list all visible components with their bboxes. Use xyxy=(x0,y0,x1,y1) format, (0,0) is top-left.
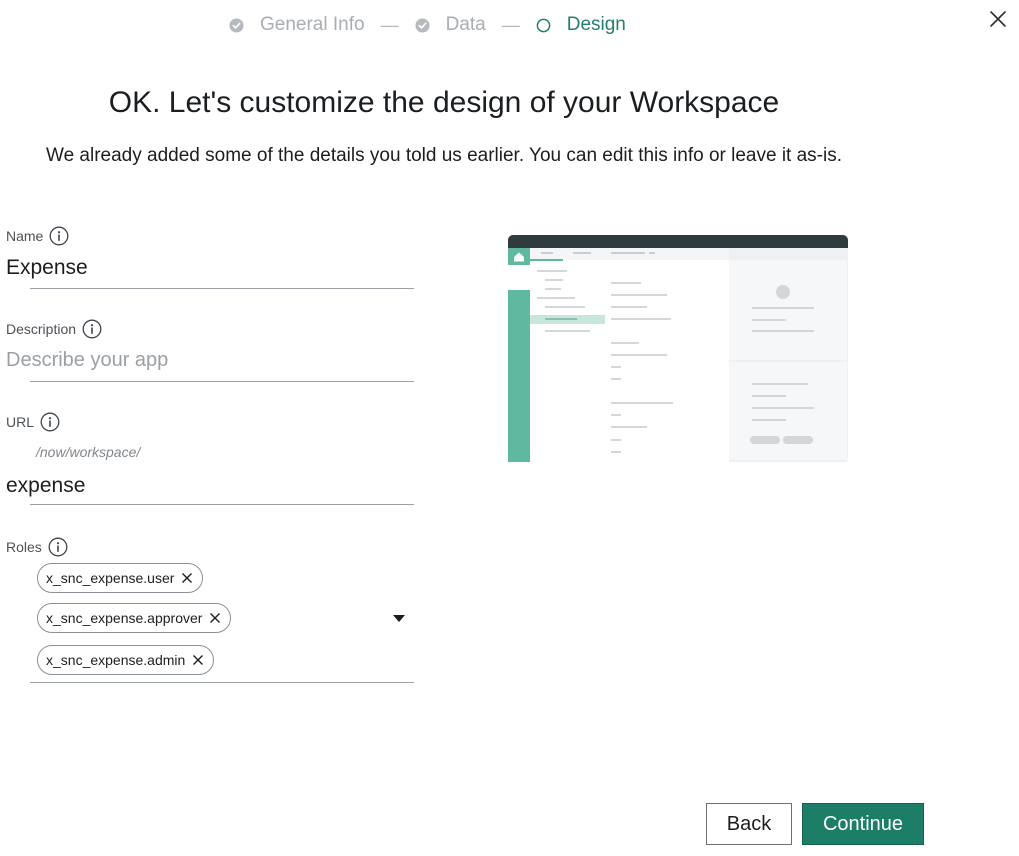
close-icon[interactable] xyxy=(209,612,221,624)
page-title: OK. Let's customize the design of your W… xyxy=(108,86,780,119)
info-icon[interactable] xyxy=(40,412,60,432)
role-chip-label: x_snc_expense.admin xyxy=(46,652,186,668)
check-circle-icon xyxy=(229,17,244,33)
url-prefix: /now/workspace/ xyxy=(36,444,141,460)
step-label: General Info xyxy=(260,14,365,35)
description-label: Description xyxy=(6,321,77,337)
roles-label: Roles xyxy=(6,539,42,555)
info-icon[interactable] xyxy=(48,537,68,557)
role-chip[interactable]: x_snc_expense.admin xyxy=(37,645,215,675)
caret-down-icon[interactable] xyxy=(393,615,405,622)
step-design: Design xyxy=(536,14,626,36)
step-label: Data xyxy=(445,14,486,35)
back-button[interactable]: Back xyxy=(706,803,792,845)
close-icon[interactable] xyxy=(181,572,193,584)
role-chip-label: x_snc_expense.approver xyxy=(46,610,203,626)
description-label-row: Description xyxy=(6,319,102,339)
url-field[interactable] xyxy=(30,466,414,505)
info-icon[interactable] xyxy=(49,226,69,246)
step-label: Design xyxy=(566,14,626,35)
url-label: URL xyxy=(6,414,35,430)
check-circle-icon xyxy=(415,17,430,33)
workspace-preview-illustration xyxy=(508,235,848,462)
home-icon xyxy=(508,248,530,265)
step-separator: — xyxy=(380,14,399,35)
step-separator: — xyxy=(501,14,520,35)
role-chip[interactable]: x_snc_expense.user xyxy=(37,563,204,593)
info-icon[interactable] xyxy=(82,319,102,339)
description-field[interactable] xyxy=(30,343,414,382)
roles-label-row: Roles xyxy=(6,537,68,557)
role-chip-label: x_snc_expense.user xyxy=(46,570,175,586)
name-label-row: Name xyxy=(6,226,69,246)
url-label-row: URL xyxy=(6,412,60,432)
role-chip[interactable]: x_snc_expense.approver xyxy=(37,603,232,633)
close-icon[interactable] xyxy=(192,654,204,666)
continue-button[interactable]: Continue xyxy=(802,803,924,845)
step-data: Data xyxy=(415,14,486,36)
circle-outline-icon xyxy=(536,18,551,32)
step-general-info: General Info xyxy=(229,14,365,36)
page-subtitle: We already added some of the details you… xyxy=(46,145,843,166)
name-field[interactable] xyxy=(30,250,414,289)
wizard-stepper: General Info — Data — Design xyxy=(229,12,626,38)
name-label: Name xyxy=(6,228,44,244)
close-icon[interactable] xyxy=(988,9,1008,29)
